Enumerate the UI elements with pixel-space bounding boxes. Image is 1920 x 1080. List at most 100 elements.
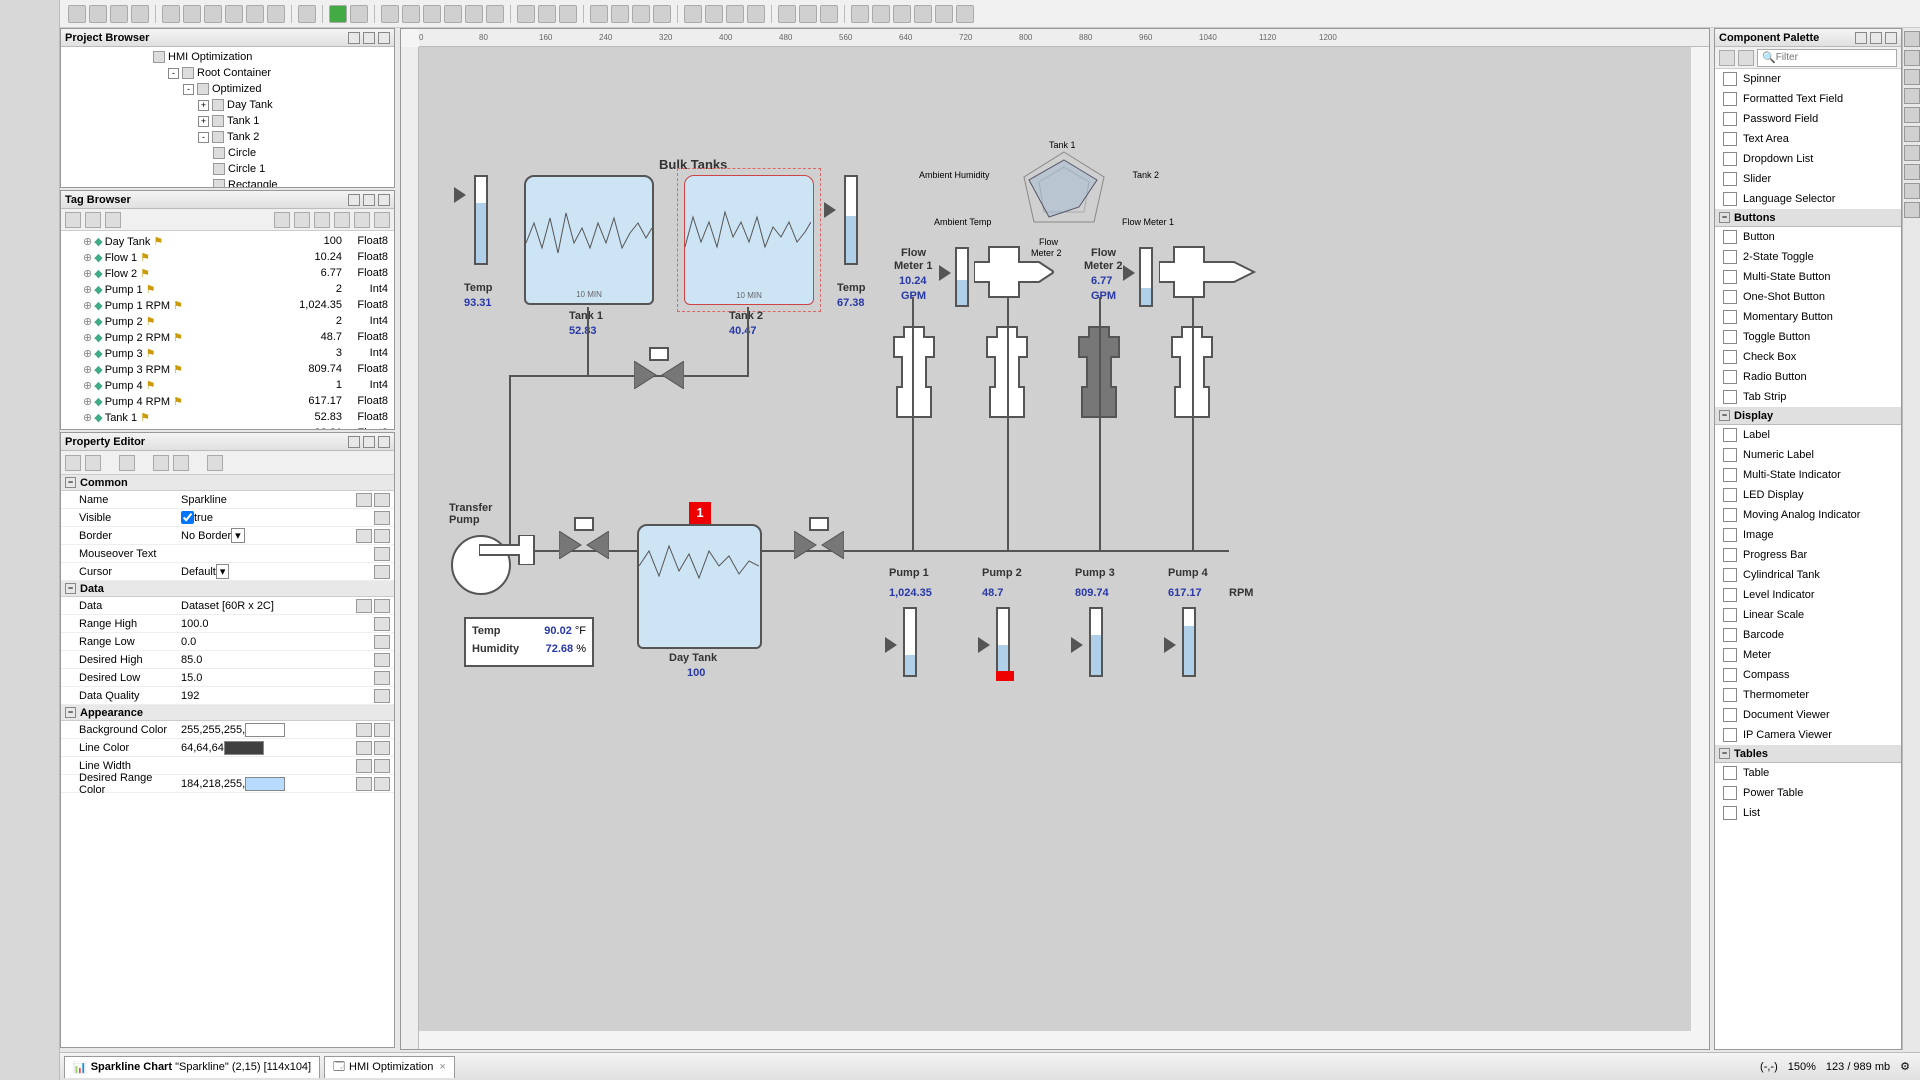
align-left-icon[interactable] bbox=[684, 5, 702, 23]
prop-section-common[interactable]: −Common bbox=[61, 475, 394, 491]
palette-item[interactable]: Compass bbox=[1715, 665, 1901, 685]
rect-tool-icon[interactable] bbox=[1904, 50, 1920, 66]
tag-row[interactable]: ⊕◆Pump 3 RPM ⚑809.74Float8 bbox=[63, 361, 392, 377]
toolbar-button[interactable] bbox=[131, 5, 149, 23]
toolbar-button[interactable] bbox=[246, 5, 264, 23]
toolbar-button[interactable] bbox=[486, 5, 504, 23]
dock-icon[interactable] bbox=[348, 436, 360, 448]
palette-item[interactable]: Image bbox=[1715, 525, 1901, 545]
pin-icon[interactable] bbox=[1870, 32, 1882, 44]
toolbar-button[interactable] bbox=[893, 5, 911, 23]
editor-tab[interactable]: 🗔 HMI Optimization × bbox=[324, 1056, 455, 1078]
tag-tool-icon[interactable] bbox=[65, 212, 81, 228]
tree-item[interactable]: -Tank 2 bbox=[63, 129, 392, 145]
tree-item[interactable]: Rectangle bbox=[63, 177, 392, 187]
align-center-icon[interactable] bbox=[705, 5, 723, 23]
prop-row[interactable]: Line Color64,64,64 bbox=[61, 739, 394, 757]
pin-icon[interactable] bbox=[363, 194, 375, 206]
toolbar-button[interactable] bbox=[89, 5, 107, 23]
radar-chart[interactable]: Tank 1 Tank 2 Flow Meter 1 Flow Meter 2 … bbox=[999, 142, 1129, 242]
close-icon[interactable] bbox=[378, 436, 390, 448]
palette-item[interactable]: Dropdown List bbox=[1715, 149, 1901, 169]
palette-item[interactable]: LED Display bbox=[1715, 485, 1901, 505]
palette-item[interactable]: Toggle Button bbox=[1715, 327, 1901, 347]
palette-section[interactable]: −Tables bbox=[1715, 745, 1901, 763]
toolbar-button[interactable] bbox=[820, 5, 838, 23]
close-icon[interactable] bbox=[1885, 32, 1897, 44]
toolbar-button[interactable] bbox=[204, 5, 222, 23]
toolbar-button[interactable] bbox=[162, 5, 180, 23]
prop-row[interactable]: CursorDefault ▾ bbox=[61, 563, 394, 581]
palette-item[interactable]: IP Camera Viewer bbox=[1715, 725, 1901, 745]
palette-item[interactable]: Progress Bar bbox=[1715, 545, 1901, 565]
tag-row[interactable]: ⊕◆Day Tank ⚑100Float8 bbox=[63, 233, 392, 249]
palette-item[interactable]: Button bbox=[1715, 227, 1901, 247]
tool-icon[interactable] bbox=[1904, 183, 1920, 199]
tree-item[interactable]: Circle bbox=[63, 145, 392, 161]
tag-row[interactable]: ⊕◆Flow 2 ⚑6.77Float8 bbox=[63, 265, 392, 281]
zoom-out-icon[interactable] bbox=[517, 5, 535, 23]
dock-icon[interactable] bbox=[1855, 32, 1867, 44]
prop-row[interactable]: Data Quality192 bbox=[61, 687, 394, 705]
tag-row[interactable]: ⊕◆Pump 1 ⚑2Int4 bbox=[63, 281, 392, 297]
palette-tool-icon[interactable] bbox=[1738, 50, 1754, 66]
tool-icon[interactable] bbox=[1904, 107, 1920, 123]
status-icon[interactable]: ⚙ bbox=[1900, 1060, 1910, 1073]
flow2-gauge[interactable] bbox=[1139, 247, 1153, 307]
palette-item[interactable]: Password Field bbox=[1715, 109, 1901, 129]
palette-item[interactable]: Check Box bbox=[1715, 347, 1901, 367]
run-icon[interactable] bbox=[329, 5, 347, 23]
cursor-tool-icon[interactable] bbox=[1904, 31, 1920, 47]
palette-item[interactable]: Multi-State Button bbox=[1715, 267, 1901, 287]
toolbar-button[interactable] bbox=[183, 5, 201, 23]
prop-row[interactable]: BorderNo Border ▾ bbox=[61, 527, 394, 545]
prop-tool-icon[interactable] bbox=[65, 455, 81, 471]
palette-item[interactable]: Multi-State Indicator bbox=[1715, 465, 1901, 485]
palette-item[interactable]: List bbox=[1715, 803, 1901, 823]
tree-item[interactable]: -Root Container bbox=[63, 65, 392, 81]
palette-item[interactable]: Linear Scale bbox=[1715, 605, 1901, 625]
toolbar-button[interactable] bbox=[68, 5, 86, 23]
tree-item[interactable]: Circle 1 bbox=[63, 161, 392, 177]
zoom-level[interactable]: 150% bbox=[1788, 1061, 1816, 1073]
palette-item[interactable]: Barcode bbox=[1715, 625, 1901, 645]
toolbar-button[interactable] bbox=[611, 5, 629, 23]
prop-tool-icon[interactable] bbox=[119, 455, 135, 471]
tank2-temp-gauge[interactable] bbox=[844, 175, 858, 265]
toolbar-button[interactable] bbox=[423, 5, 441, 23]
toolbar-button[interactable] bbox=[956, 5, 974, 23]
pump-rpm-gauge[interactable] bbox=[1182, 607, 1196, 677]
prop-row[interactable]: Desired Range Color184,218,255, bbox=[61, 775, 394, 793]
palette-item[interactable]: Radio Button bbox=[1715, 367, 1901, 387]
tag-row[interactable]: ⊕◆Pump 2 RPM ⚑48.7Float8 bbox=[63, 329, 392, 345]
close-icon[interactable] bbox=[378, 32, 390, 44]
toolbar-button[interactable] bbox=[914, 5, 932, 23]
tag-tool-icon[interactable] bbox=[314, 212, 330, 228]
tag-tool-icon[interactable] bbox=[274, 212, 290, 228]
toolbar-button[interactable] bbox=[444, 5, 462, 23]
tag-row[interactable]: ⊕◆Pump 4 ⚑1Int4 bbox=[63, 377, 392, 393]
prop-tool-icon[interactable] bbox=[85, 455, 101, 471]
tool-icon[interactable] bbox=[1904, 126, 1920, 142]
tank1[interactable]: 10 MIN bbox=[524, 175, 654, 305]
tank2[interactable]: 10 MIN bbox=[684, 175, 814, 305]
prop-row[interactable]: Desired High85.0 bbox=[61, 651, 394, 669]
eyedropper-icon[interactable] bbox=[1904, 202, 1920, 218]
tag-tool-icon[interactable] bbox=[374, 212, 390, 228]
tool-icon[interactable] bbox=[1904, 88, 1920, 104]
palette-item[interactable]: 2-State Toggle bbox=[1715, 247, 1901, 267]
tag-tool-icon[interactable] bbox=[334, 212, 350, 228]
toolbar-button[interactable] bbox=[653, 5, 671, 23]
toolbar-button[interactable] bbox=[381, 5, 399, 23]
tool-icon[interactable] bbox=[1904, 145, 1920, 161]
palette-item[interactable]: Label bbox=[1715, 425, 1901, 445]
prop-row[interactable]: Background Color255,255,255, bbox=[61, 721, 394, 739]
tag-tool-icon[interactable] bbox=[85, 212, 101, 228]
palette-item[interactable]: Text Area bbox=[1715, 129, 1901, 149]
prop-row[interactable]: Mouseover Text bbox=[61, 545, 394, 563]
tag-row[interactable]: ⊕◆Pump 1 RPM ⚑1,024.35Float8 bbox=[63, 297, 392, 313]
close-icon[interactable] bbox=[378, 194, 390, 206]
tag-tool-icon[interactable] bbox=[294, 212, 310, 228]
tag-tool-icon[interactable] bbox=[354, 212, 370, 228]
close-icon[interactable]: × bbox=[439, 1061, 445, 1073]
